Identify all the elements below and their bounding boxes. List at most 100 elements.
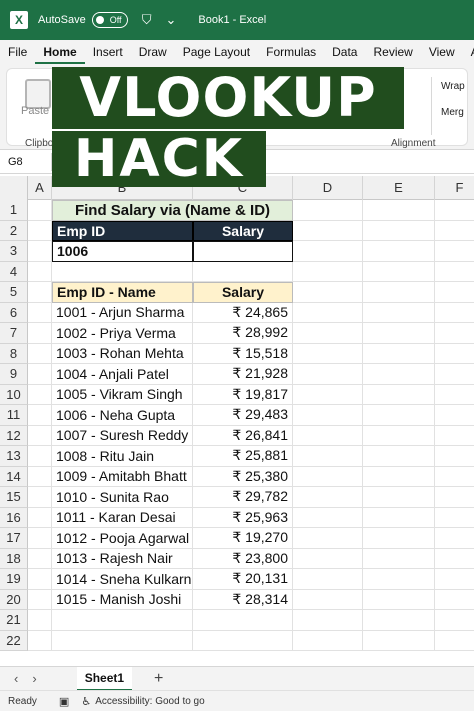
cell[interactable] xyxy=(363,630,435,651)
name-box[interactable]: G8 xyxy=(4,152,52,171)
cell[interactable] xyxy=(435,508,474,528)
cell[interactable] xyxy=(363,425,435,446)
employee-salary-cell[interactable]: ₹ 19,270 xyxy=(193,528,293,549)
employee-name-cell[interactable]: 1012 - Pooja Agarwal xyxy=(52,528,193,549)
select-all-corner[interactable] xyxy=(0,176,28,200)
cell[interactable] xyxy=(293,220,363,241)
chevron-left-icon[interactable]: ‹ xyxy=(14,671,18,686)
employee-salary-cell[interactable]: ₹ 19,817 xyxy=(193,384,293,405)
cell[interactable] xyxy=(435,262,474,282)
sheet-tab-sheet1[interactable]: Sheet1 xyxy=(76,666,133,691)
cell[interactable] xyxy=(28,261,52,282)
cell[interactable] xyxy=(435,446,474,467)
cell[interactable] xyxy=(435,323,474,344)
row-header-8[interactable]: 8 xyxy=(0,343,28,364)
autosave-toggle[interactable]: Off xyxy=(91,12,128,28)
cell[interactable] xyxy=(293,610,363,631)
cell[interactable] xyxy=(363,241,435,262)
cell[interactable] xyxy=(293,487,363,508)
row-header-4[interactable]: 4 xyxy=(0,261,28,282)
row-header-5[interactable]: 5 xyxy=(0,282,28,303)
lookup-header-salary[interactable]: Salary xyxy=(193,220,293,241)
row-header-11[interactable]: 11 xyxy=(0,405,28,426)
employee-name-cell[interactable]: 1015 - Manish Joshi xyxy=(52,589,193,610)
cell[interactable] xyxy=(293,241,363,262)
row-header-21[interactable]: 21 xyxy=(0,610,28,631)
filter-icon[interactable]: ⛉ xyxy=(142,12,152,28)
cell[interactable] xyxy=(363,548,435,569)
cell[interactable] xyxy=(28,282,52,303)
cell[interactable] xyxy=(193,610,293,631)
row-header-12[interactable]: 12 xyxy=(0,425,28,446)
row-header-17[interactable]: 17 xyxy=(0,528,28,549)
cell[interactable] xyxy=(28,343,52,364)
cell[interactable] xyxy=(193,630,293,651)
row-header-6[interactable]: 6 xyxy=(0,302,28,323)
employee-salary-cell[interactable]: ₹ 25,881 xyxy=(193,446,293,467)
cell[interactable] xyxy=(28,466,52,487)
employee-name-cell[interactable]: 1008 - Ritu Jain xyxy=(52,446,193,467)
cell[interactable] xyxy=(363,487,435,508)
cell[interactable] xyxy=(28,548,52,569)
cell[interactable] xyxy=(193,261,293,282)
employee-name-cell[interactable]: 1002 - Priya Verma xyxy=(52,323,193,344)
cell[interactable] xyxy=(293,364,363,385)
cell[interactable] xyxy=(363,282,435,303)
row-header-9[interactable]: 9 xyxy=(0,364,28,385)
cell[interactable] xyxy=(293,384,363,405)
cell[interactable] xyxy=(435,487,474,508)
tab-insert[interactable]: Insert xyxy=(85,40,131,64)
cell[interactable] xyxy=(363,200,435,221)
column-header-a[interactable]: A xyxy=(28,176,52,200)
cell[interactable] xyxy=(28,589,52,610)
cell[interactable] xyxy=(435,528,474,549)
row-header-3[interactable]: 3 xyxy=(0,241,28,262)
tab-view[interactable]: View xyxy=(421,40,463,64)
cell[interactable] xyxy=(363,220,435,241)
employee-salary-cell[interactable]: ₹ 26,841 xyxy=(193,425,293,446)
cell[interactable] xyxy=(293,446,363,467)
macro-record-icon[interactable]: ▣ xyxy=(59,695,69,708)
employee-salary-cell[interactable]: ₹ 25,963 xyxy=(193,507,293,528)
row-header-16[interactable]: 16 xyxy=(0,507,28,528)
cell[interactable] xyxy=(435,344,474,364)
cell[interactable] xyxy=(28,364,52,385)
cell[interactable] xyxy=(363,466,435,487)
cell[interactable] xyxy=(435,364,474,385)
cell[interactable] xyxy=(293,302,363,323)
table-header-name[interactable]: Emp ID - Name xyxy=(52,282,193,303)
tab-draw[interactable]: Draw xyxy=(131,40,175,64)
cell[interactable] xyxy=(363,589,435,610)
column-header-d[interactable]: D xyxy=(293,176,363,200)
merge-button[interactable]: Merg xyxy=(441,107,464,118)
cell[interactable] xyxy=(293,528,363,549)
cell[interactable] xyxy=(28,569,52,590)
employee-name-cell[interactable]: 1013 - Rajesh Nair xyxy=(52,548,193,569)
row-header-14[interactable]: 14 xyxy=(0,466,28,487)
cell[interactable] xyxy=(363,343,435,364)
row-header-15[interactable]: 15 xyxy=(0,487,28,508)
cell[interactable] xyxy=(28,610,52,631)
cell[interactable] xyxy=(293,261,363,282)
cell[interactable] xyxy=(28,241,52,262)
cell[interactable] xyxy=(435,549,474,569)
employee-salary-cell[interactable]: ₹ 21,928 xyxy=(193,364,293,385)
cell[interactable] xyxy=(293,507,363,528)
cell[interactable] xyxy=(28,323,52,344)
row-header-7[interactable]: 7 xyxy=(0,323,28,344)
cell[interactable] xyxy=(28,487,52,508)
cell[interactable] xyxy=(293,569,363,590)
cell[interactable] xyxy=(363,302,435,323)
cell[interactable] xyxy=(28,405,52,426)
chevron-down-icon[interactable]: ⌄ xyxy=(165,12,176,28)
employee-salary-cell[interactable]: ₹ 20,131 xyxy=(193,569,293,590)
employee-salary-cell[interactable]: ₹ 23,800 xyxy=(193,548,293,569)
cell[interactable] xyxy=(52,261,193,282)
tab-page-layout[interactable]: Page Layout xyxy=(175,40,258,64)
cell[interactable] xyxy=(363,610,435,631)
cell[interactable] xyxy=(435,221,474,241)
employee-salary-cell[interactable]: ₹ 29,782 xyxy=(193,487,293,508)
employee-name-cell[interactable]: 1009 - Amitabh Bhatt xyxy=(52,466,193,487)
employee-salary-cell[interactable]: ₹ 25,380 xyxy=(193,466,293,487)
employee-name-cell[interactable]: 1010 - Sunita Rao xyxy=(52,487,193,508)
